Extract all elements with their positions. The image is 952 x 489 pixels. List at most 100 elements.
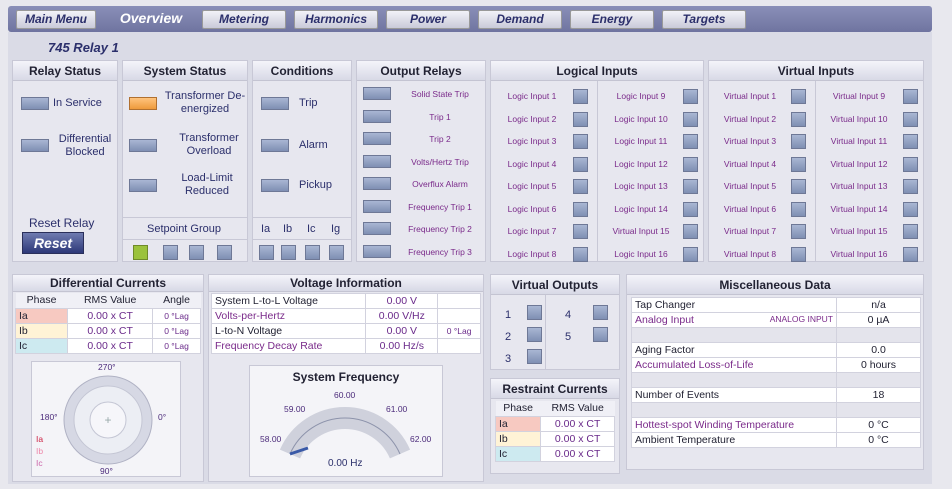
input-label: Virtual Input 11 (830, 136, 888, 146)
input-led (791, 201, 806, 217)
input-led (791, 224, 806, 239)
phase-cell: Ia (494, 415, 542, 432)
restraint-currents-table: Phase RMS Value Ia 0.00 x CT Ib 0.00 x CT I… (494, 401, 615, 462)
vo-led-2 (527, 327, 542, 342)
table-row: Ic 0.00 x CT (494, 445, 615, 462)
table-row: Analog Input ANALOG INPUT 0 µA (631, 312, 921, 328)
output-relay-label: Trip 1 (429, 111, 451, 122)
misc-data-title: Miscellaneous Data (627, 275, 923, 295)
input-label: Logic Input 10 (614, 113, 668, 124)
rms-cell: 0.00 x CT (540, 415, 615, 432)
transformer-overload-led (129, 139, 157, 152)
output-relay-led (363, 222, 391, 235)
output-relay-label: Frequency Trip 3 (408, 246, 472, 257)
input-label: Virtual Input 12 (830, 158, 888, 169)
angle-cell: 0 °Lag (152, 307, 201, 324)
ia-led (259, 245, 274, 260)
input-label: Logic Input 8 (507, 248, 557, 259)
voltage-information-panel: Voltage Information System L-to-L Voltag… (208, 274, 484, 482)
input-label: Logic Input 3 (507, 136, 557, 146)
table-row: Ambient Temperature 0 °C (631, 432, 921, 448)
pickup-led (261, 179, 289, 192)
virtual-outputs-title: Virtual Outputs (491, 275, 619, 295)
tab-main-menu[interactable]: Main Menu (16, 10, 96, 29)
input-label: Logic Input 9 (616, 91, 666, 101)
output-relay-led (363, 154, 391, 168)
col-angle: Angle (152, 293, 201, 308)
voltage-value: 0.00 V (365, 323, 439, 339)
input-label: Logic Input 12 (614, 158, 668, 169)
phasor-dial-frame: + 270° 180° 0° 90° Ia Ib Ic (31, 361, 181, 477)
relay-status-title: Relay Status (13, 61, 117, 81)
virtual-outputs-panel: Virtual Outputs 1 2 3 4 5 (490, 274, 620, 370)
input-led (791, 246, 806, 262)
rms-cell: 0.00 x CT (67, 307, 154, 324)
input-label: Virtual Input 14 (830, 203, 888, 214)
frequency-value: 0.00 Hz (328, 458, 363, 469)
col-phase: Phase (15, 293, 68, 308)
input-label: Virtual Input 2 (723, 113, 777, 124)
angle-cell: 0 °Lag (152, 322, 201, 339)
output-relay-label: Overflux Alarm (412, 179, 468, 189)
tab-harmonics[interactable]: Harmonics (294, 10, 378, 29)
input-label: Logic Input 1 (507, 91, 557, 101)
reset-button[interactable]: Reset (22, 232, 84, 254)
input-label: Logic Input 5 (507, 181, 557, 191)
tab-power[interactable]: Power (386, 10, 470, 29)
gauge-tick-62: 62.00 (410, 434, 432, 444)
dial-legend-ic: Ic (36, 458, 43, 468)
tab-energy[interactable]: Energy (570, 10, 654, 29)
vo-led-3 (527, 349, 542, 364)
virtual-inputs-panel: Virtual Inputs Virtual Input 1 Virtual In… (708, 60, 924, 262)
input-led (683, 179, 698, 194)
restraint-currents-panel: Restraint Currents Phase RMS Value Ia 0.00… (490, 378, 620, 474)
output-relay-led (363, 109, 391, 123)
input-led (683, 134, 698, 149)
analog-input-value: 0 µA (836, 312, 921, 328)
gauge-tick-59: 59.00 (284, 404, 306, 414)
tab-demand[interactable]: Demand (478, 10, 562, 29)
input-label: Virtual Input 10 (830, 113, 888, 124)
logical-inputs-panel: Logical Inputs Logic Input 1 Logic Input … (490, 60, 704, 262)
input-led (903, 179, 918, 194)
input-label: Virtual Input 16 (830, 248, 888, 259)
input-label: Logic Input 7 (507, 226, 557, 236)
input-led (683, 246, 698, 262)
input-led (791, 156, 806, 172)
rms-cell: 0.00 x CT (540, 445, 615, 462)
virtual-inputs-title: Virtual Inputs (709, 61, 923, 81)
input-label: Virtual Input 4 (723, 158, 777, 169)
input-label: Logic Input 4 (507, 158, 557, 169)
vo-label-1: 1 (505, 309, 512, 321)
tab-overview[interactable]: Overview (108, 10, 194, 29)
transformer-deenergized-led (129, 97, 157, 110)
rms-cell: 0.00 x CT (67, 337, 154, 354)
restraint-currents-title: Restraint Currents (491, 379, 619, 399)
input-label: Logic Input 6 (507, 203, 557, 214)
table-row: Tap Changer n/a (631, 297, 921, 313)
phase-cell: Ic (494, 445, 542, 462)
loss-of-life-label: Accumulated Loss-of-Life (631, 357, 837, 373)
input-label: Virtual Input 9 (832, 91, 886, 101)
dial-label-270: 270° (98, 362, 116, 372)
output-relay-label: Frequency Trip 1 (408, 201, 472, 212)
input-label: Logic Input 14 (614, 203, 668, 214)
input-led (791, 179, 806, 194)
phase-cell: Ib (494, 430, 542, 447)
input-led (903, 111, 918, 127)
input-led (791, 134, 806, 149)
tab-metering[interactable]: Metering (202, 10, 286, 29)
tab-targets[interactable]: Targets (662, 10, 746, 29)
output-relay-led (363, 132, 391, 145)
logical-inputs-title: Logical Inputs (491, 61, 703, 81)
vo-label-2: 2 (505, 331, 512, 343)
navigation-bar: Main Menu Overview Metering Harmonics Po… (8, 6, 932, 32)
input-led (683, 156, 698, 172)
dial-legend-ib: Ib (36, 446, 44, 456)
output-relay-label: Volts/Hertz Trip (411, 156, 469, 167)
vo-led-5 (593, 327, 608, 342)
input-led (573, 111, 588, 127)
input-led (573, 201, 588, 217)
input-label: Virtual Input 1 (723, 91, 777, 101)
voltage-angle (437, 308, 481, 324)
